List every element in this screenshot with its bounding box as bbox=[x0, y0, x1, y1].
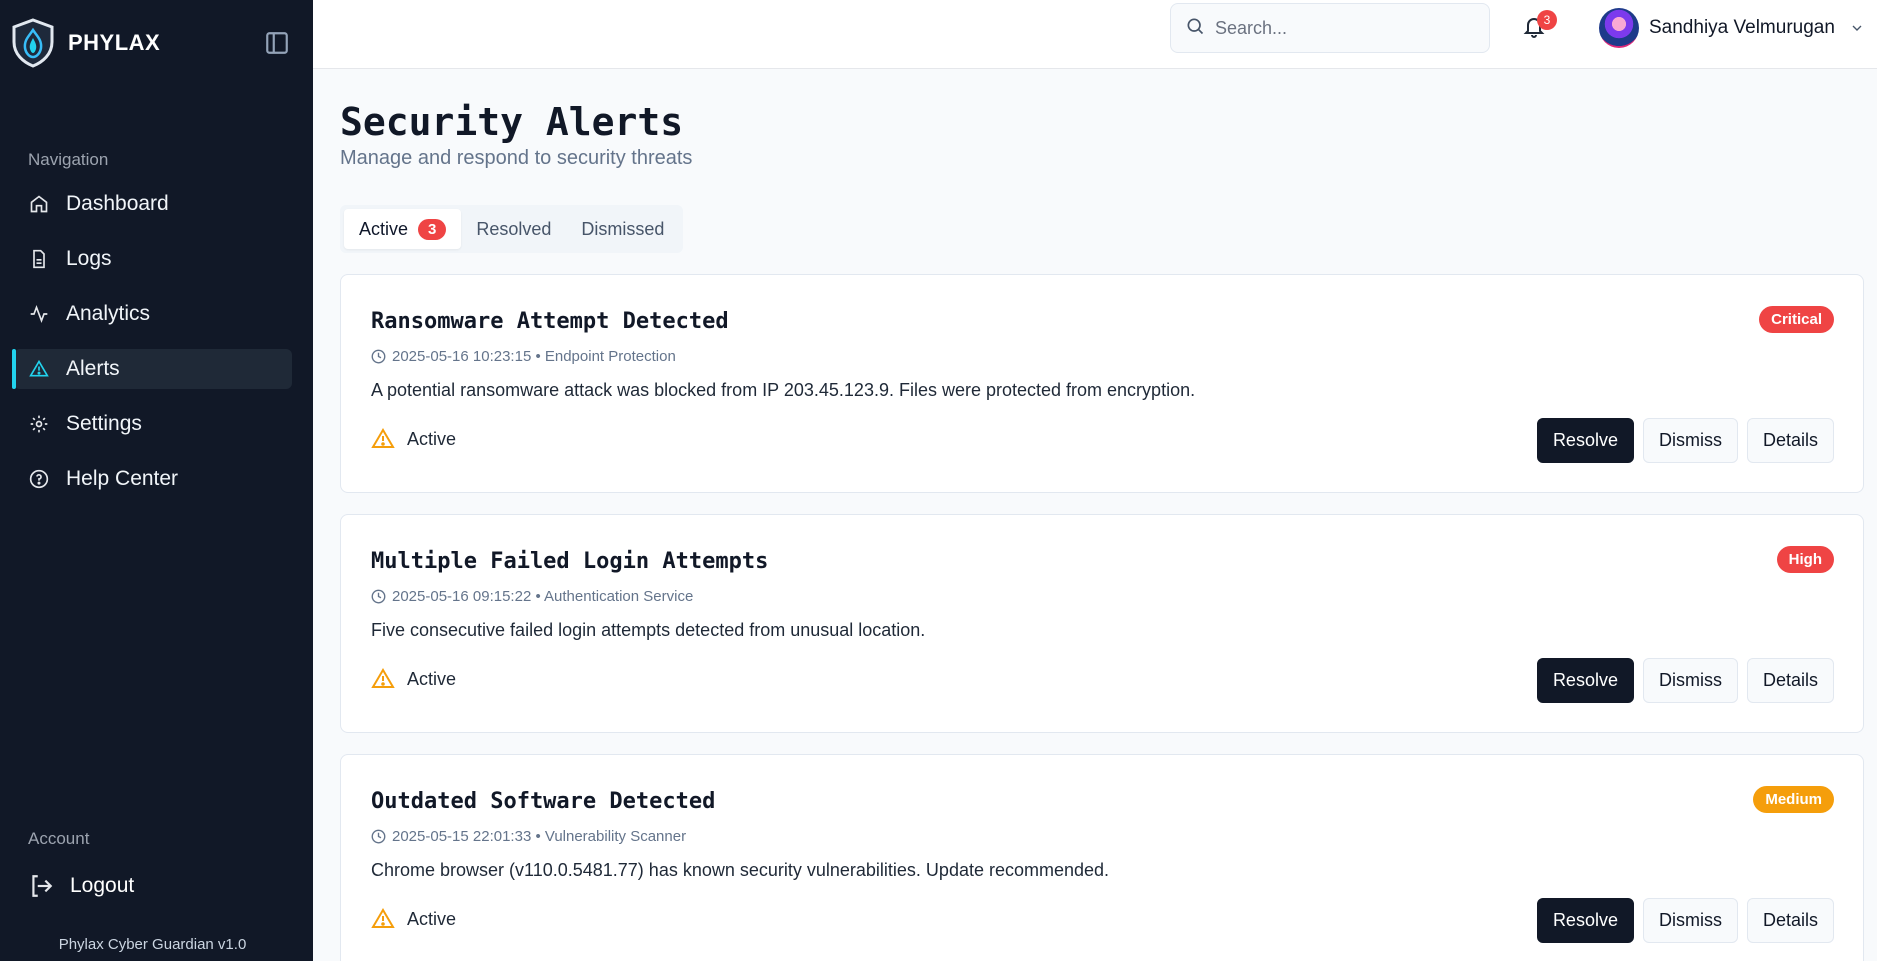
resolve-button[interactable]: Resolve bbox=[1536, 658, 1634, 703]
alert-meta: 2025-05-16 09:15:22 • Authentication Ser… bbox=[371, 588, 693, 605]
alert-timestamp-source: 2025-05-16 10:23:15 • Endpoint Protectio… bbox=[392, 348, 676, 365]
alert-triangle-icon bbox=[28, 358, 50, 380]
alert-description: Chrome browser (v110.0.5481.77) has know… bbox=[371, 860, 1110, 880]
user-name: Sandhiya Velmurugan bbox=[1649, 17, 1835, 38]
brand[interactable]: PHYLAX bbox=[10, 18, 160, 68]
brand-name: PHYLAX bbox=[68, 30, 161, 55]
dismiss-button[interactable]: Dismiss bbox=[1642, 898, 1738, 943]
activity-icon bbox=[28, 303, 50, 325]
sidebar: PHYLAX Navigation Dashboard Logs Analyti… bbox=[0, 0, 313, 961]
resolve-button[interactable]: Resolve bbox=[1536, 898, 1634, 943]
home-icon bbox=[28, 193, 50, 215]
alert-actions: Resolve Dismiss Details bbox=[1528, 658, 1834, 703]
alert-card: Ransomware Attempt Detected Critical 202… bbox=[340, 274, 1864, 493]
top-header: 3 Sandhiya Velmurugan bbox=[313, 0, 1877, 69]
logout-label: Logout bbox=[70, 874, 135, 897]
clock-icon bbox=[371, 589, 386, 604]
sidebar-item-alerts[interactable]: Alerts bbox=[12, 349, 292, 389]
tab-dismissed[interactable]: Dismissed bbox=[566, 209, 679, 249]
status-label: Active bbox=[407, 428, 457, 449]
app-version: Phylax Cyber Guardian v1.0 bbox=[58, 936, 247, 953]
sidebar-toggle-icon[interactable] bbox=[264, 30, 290, 56]
alert-description: Five consecutive failed login attempts d… bbox=[371, 620, 926, 640]
dismiss-button[interactable]: Dismiss bbox=[1642, 658, 1738, 703]
alert-meta: 2025-05-16 10:23:15 • Endpoint Protectio… bbox=[371, 348, 676, 365]
details-button[interactable]: Details bbox=[1746, 418, 1834, 463]
sidebar-item-label: Alerts bbox=[66, 357, 120, 380]
warning-icon bbox=[371, 907, 395, 931]
page-subtitle: Manage and respond to security threats bbox=[340, 147, 693, 169]
alert-timestamp-source: 2025-05-15 22:01:33 • Vulnerability Scan… bbox=[392, 828, 687, 845]
details-button[interactable]: Details bbox=[1746, 658, 1834, 703]
alert-status: Active bbox=[371, 427, 456, 451]
alert-status: Active bbox=[371, 907, 456, 931]
alert-title: Multiple Failed Login Attempts bbox=[371, 549, 769, 574]
user-menu[interactable]: Sandhiya Velmurugan bbox=[1599, 8, 1865, 48]
alert-actions: Resolve Dismiss Details bbox=[1528, 418, 1834, 463]
warning-icon bbox=[371, 667, 395, 691]
dismiss-button[interactable]: Dismiss bbox=[1642, 418, 1738, 463]
severity-badge: Medium bbox=[1753, 786, 1834, 813]
search-box[interactable] bbox=[1170, 3, 1490, 53]
severity-badge: Critical bbox=[1759, 306, 1834, 333]
resolve-button[interactable]: Resolve bbox=[1536, 418, 1634, 463]
logout-button[interactable]: Logout bbox=[28, 873, 134, 899]
tab-active[interactable]: Active 3 bbox=[344, 209, 462, 249]
sidebar-item-dashboard[interactable]: Dashboard bbox=[14, 184, 292, 224]
alert-card: Multiple Failed Login Attempts High 2025… bbox=[340, 514, 1864, 733]
sidebar-item-label: Logs bbox=[66, 247, 112, 270]
warning-icon bbox=[371, 427, 395, 451]
sidebar-item-settings[interactable]: Settings bbox=[14, 404, 292, 444]
alert-tabs: Active 3 Resolved Dismissed bbox=[340, 205, 684, 253]
notifications-button[interactable]: 3 bbox=[1522, 10, 1557, 44]
help-circle-icon bbox=[28, 468, 50, 490]
shield-logo-icon bbox=[10, 18, 56, 68]
alert-description: A potential ransomware attack was blocke… bbox=[371, 380, 1196, 400]
alert-actions: Resolve Dismiss Details bbox=[1528, 898, 1834, 943]
tab-resolved[interactable]: Resolved bbox=[461, 209, 566, 249]
gear-icon bbox=[28, 413, 50, 435]
sidebar-nav: Dashboard Logs Analytics Alerts Settings bbox=[12, 184, 292, 514]
nav-section-label: Navigation bbox=[28, 150, 109, 169]
search-icon bbox=[1185, 16, 1205, 41]
alert-meta: 2025-05-15 22:01:33 • Vulnerability Scan… bbox=[371, 828, 686, 845]
avatar bbox=[1599, 8, 1639, 48]
alert-title: Outdated Software Detected bbox=[371, 789, 716, 814]
tab-count-badge: 3 bbox=[418, 218, 447, 240]
sidebar-item-label: Settings bbox=[66, 412, 142, 435]
sidebar-item-help-center[interactable]: Help Center bbox=[14, 459, 292, 499]
notification-count-badge: 3 bbox=[1537, 10, 1557, 30]
page-title: Security Alerts bbox=[340, 100, 684, 144]
chevron-down-icon bbox=[1849, 20, 1865, 36]
sidebar-item-analytics[interactable]: Analytics bbox=[14, 294, 292, 334]
sidebar-item-label: Dashboard bbox=[66, 192, 169, 215]
alert-status: Active bbox=[371, 667, 456, 691]
status-label: Active bbox=[407, 908, 457, 929]
status-label: Active bbox=[407, 668, 457, 689]
file-text-icon bbox=[28, 248, 50, 270]
alert-title: Ransomware Attempt Detected bbox=[371, 309, 729, 334]
tab-label: Active bbox=[359, 218, 409, 239]
tab-label: Resolved bbox=[476, 218, 552, 239]
alert-card: Outdated Software Detected Medium 2025-0… bbox=[340, 754, 1864, 961]
details-button[interactable]: Details bbox=[1746, 898, 1834, 943]
clock-icon bbox=[371, 349, 386, 364]
sidebar-item-label: Help Center bbox=[66, 467, 179, 490]
account-section-label: Account bbox=[28, 829, 90, 848]
sidebar-item-label: Analytics bbox=[66, 302, 151, 325]
severity-badge: High bbox=[1776, 546, 1834, 573]
tab-label: Dismissed bbox=[581, 218, 665, 239]
clock-icon bbox=[371, 829, 386, 844]
search-input[interactable] bbox=[1215, 17, 1465, 39]
logout-icon bbox=[28, 873, 54, 899]
alert-timestamp-source: 2025-05-16 09:15:22 • Authentication Ser… bbox=[392, 588, 694, 605]
sidebar-item-logs[interactable]: Logs bbox=[14, 239, 292, 279]
